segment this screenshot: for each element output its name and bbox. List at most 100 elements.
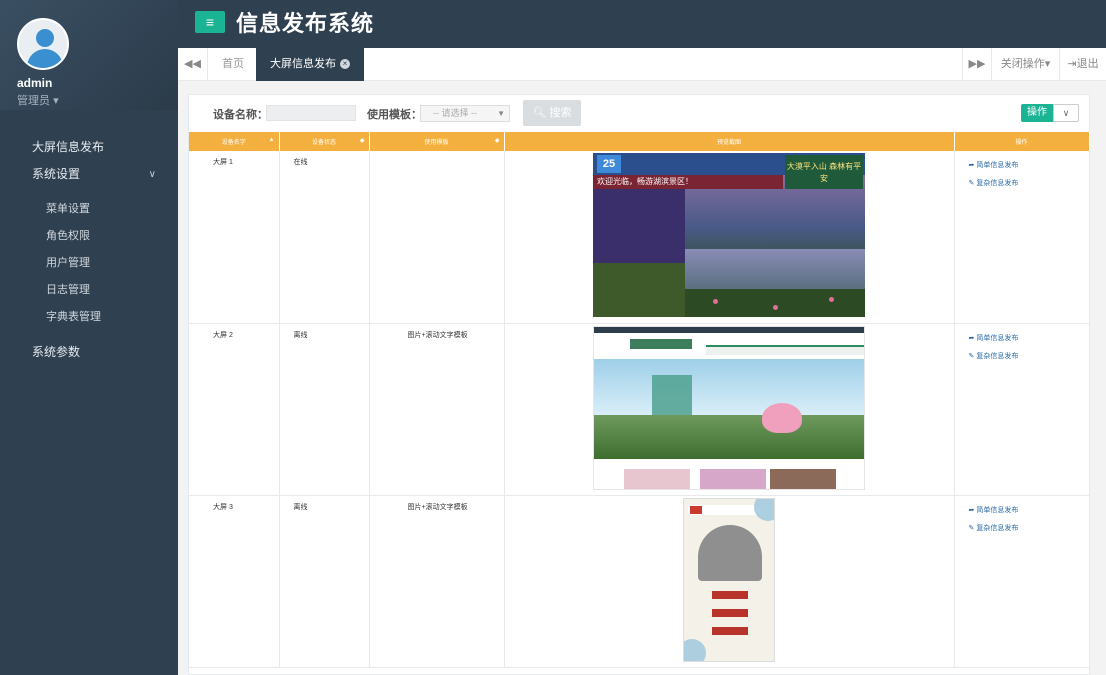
preview-logo: [690, 505, 702, 514]
device-status-cell: 在线: [279, 151, 370, 324]
logout-button[interactable]: ⇥退出: [1060, 48, 1106, 81]
tab-home[interactable]: 首页: [208, 48, 258, 81]
sidebar-menu: 大屏信息发布 系统设置 ∨ 菜单设置 角色权限 用户管理 日志管理 字典表管理 系…: [0, 134, 178, 366]
complex-publish-label: 复杂信息发布: [976, 180, 1019, 187]
column-header[interactable]: 使用模板 ◆: [369, 132, 505, 151]
avatar-body-shape: [27, 49, 63, 68]
simple-publish-link[interactable]: ➦ 简单信息发布: [969, 157, 1089, 175]
avatar[interactable]: [17, 18, 69, 70]
complex-publish-label: 复杂信息发布: [976, 352, 1019, 360]
avatar-head-shape: [36, 29, 54, 47]
table-row: 大屏 3 离线 图片+滚动文字模板 ➦ 简单信息发布 ✎ 复杂信息发布: [189, 495, 1090, 668]
preview-lily-pads: [685, 289, 865, 317]
simple-publish-link[interactable]: ➦ 简单信息发布: [969, 502, 1089, 520]
user-role-dropdown[interactable]: 管理员 ▾: [17, 92, 178, 108]
preview-thumb-image: [624, 468, 690, 489]
sidebar: admin 管理员 ▾ 大屏信息发布 系统设置 ∨ 菜单设置 角色权限 用户管理 …: [0, 0, 178, 675]
table-row: 大屏 1 在线 25 欢迎光临，畅游湖滨景区！ 大漠平入山 森林有平安 ➦ 简单…: [189, 151, 1090, 324]
sort-asc-icon: ▲: [268, 137, 275, 143]
user-role-label: 管理员: [17, 95, 50, 107]
template-select[interactable]: -- 请选择 -- ▼: [420, 105, 510, 122]
main-panel: 设备名称： 使用模板： -- 请选择 -- ▼ 🔍︎ 搜索 操作 ∨ 设备名字 ▲ 设…: [188, 94, 1090, 675]
preview-thumb-image: [770, 468, 836, 489]
actions-cell: ➦ 简单信息发布 ✎ 复杂信息发布: [954, 495, 1090, 668]
close-icon[interactable]: ×: [340, 59, 350, 70]
sidebar-item-role-permissions[interactable]: 角色权限: [0, 223, 178, 250]
share-icon: ➦: [968, 334, 975, 342]
preview-nav: [706, 344, 864, 355]
hamburger-icon[interactable]: ≡: [195, 11, 225, 33]
close-operations-dropdown[interactable]: 关闭操作▾: [992, 48, 1060, 81]
actions-cell: ➦ 简单信息发布 ✎ 复杂信息发布: [954, 151, 1090, 324]
caret-down-icon: ▾: [53, 95, 59, 107]
sidebar-item-system-settings[interactable]: 系统设置 ∨: [0, 161, 178, 188]
tab-label: 首页: [222, 58, 244, 70]
device-template-cell: 图片+滚动文字模板: [369, 495, 505, 668]
preview-cell: [504, 323, 955, 496]
column-header: 操作: [954, 132, 1090, 151]
sidebar-item-screen-publish[interactable]: 大屏信息发布: [0, 134, 178, 161]
device-table: 设备名字 ▲ 设备状态 ◆ 使用模板 ◆ 预览截图 操作 大屏 1 在线 25 欢迎光…: [189, 132, 1090, 668]
preview-lotus-field: [594, 414, 864, 459]
edit-icon: ✎: [968, 352, 975, 360]
preview-screenshot[interactable]: [593, 325, 865, 490]
caret-down-icon: ▼: [497, 109, 505, 118]
simple-publish-link[interactable]: ➦ 简单信息发布: [969, 330, 1089, 348]
preview-lotus-flower: [762, 402, 802, 433]
preview-red-label: [712, 626, 748, 635]
preview-top-bar: [594, 326, 864, 333]
operations-button[interactable]: 操作: [1021, 104, 1053, 122]
sort-icon: ◆: [494, 138, 500, 144]
tab-scroll-right-button[interactable]: ▶▶: [962, 48, 992, 81]
sidebar-item-menu-settings[interactable]: 菜单设置: [0, 196, 178, 223]
tab-label: 大屏信息发布: [270, 58, 336, 70]
tab-screen-publish[interactable]: 大屏信息发布 ×: [256, 48, 364, 81]
preview-screenshot[interactable]: [683, 497, 775, 662]
simple-publish-label: 简单信息发布: [976, 506, 1019, 514]
device-name-cell: 大屏 3: [189, 495, 280, 668]
forward-icon: ▶▶: [968, 58, 986, 70]
preview-info-column-lower: [593, 263, 685, 317]
device-template-cell: [369, 151, 505, 324]
column-header[interactable]: 设备名字 ▲: [189, 132, 280, 151]
complex-publish-link[interactable]: ✎ 复杂信息发布: [969, 348, 1089, 366]
tab-scroll-left-button[interactable]: ◀◀: [178, 48, 208, 81]
device-name-cell: 大屏 2: [189, 323, 280, 496]
column-header[interactable]: 设备状态 ◆: [279, 132, 370, 151]
simple-publish-label: 简单信息发布: [976, 334, 1019, 342]
sort-icon: ◆: [359, 138, 365, 144]
preview-thumb-image: [700, 468, 766, 489]
share-icon: ➦: [968, 506, 975, 514]
close-ops-label: 关闭操作: [1000, 58, 1045, 70]
search-button-label: 搜索: [549, 107, 572, 119]
edit-icon: ✎: [968, 180, 975, 187]
user-profile: admin 管理员 ▾: [0, 0, 178, 110]
operations-dropdown[interactable]: 操作 ∨: [1021, 104, 1079, 122]
lotus-dot: [713, 299, 718, 304]
column-header-label: 预览截图: [716, 140, 741, 146]
column-header-label: 设备名字: [221, 140, 246, 146]
chevron-down-icon[interactable]: ∨: [1053, 104, 1079, 122]
tab-bar: ◀◀ 首页 大屏信息发布 × ▶▶ 关闭操作▾ ⇥退出: [178, 48, 1106, 81]
device-status-cell: 离线: [279, 323, 370, 496]
device-name-input[interactable]: [266, 105, 356, 121]
table-row: 大屏 2 离线 图片+滚动文字模板 ➦ 简单信息发布 ✎ 复杂信息发布: [189, 323, 1090, 496]
search-button[interactable]: 🔍︎ 搜索: [523, 100, 581, 126]
sidebar-item-log-management[interactable]: 日志管理: [0, 277, 178, 304]
sidebar-item-label: 角色权限: [46, 230, 90, 242]
sidebar-item-user-management[interactable]: 用户管理: [0, 250, 178, 277]
sidebar-item-dictionary[interactable]: 字典表管理: [0, 304, 178, 331]
template-label: 使用模板：: [367, 109, 422, 121]
preview-cell: [504, 495, 955, 668]
sidebar-item-label: 系统设置: [32, 167, 81, 181]
complex-publish-link[interactable]: ✎ 复杂信息发布: [969, 175, 1089, 193]
preview-banner: 欢迎光临，畅游湖滨景区！: [593, 175, 783, 189]
sidebar-item-label: 系统参数: [32, 345, 81, 359]
complex-publish-label: 复杂信息发布: [976, 524, 1019, 532]
column-header: 预览截图: [504, 132, 955, 151]
column-header-label: 使用模板: [424, 140, 449, 146]
sidebar-item-system-params[interactable]: 系统参数: [0, 339, 178, 366]
lotus-dot: [829, 297, 834, 302]
preview-screenshot[interactable]: 25 欢迎光临，畅游湖滨景区！ 大漠平入山 森林有平安: [593, 153, 865, 317]
complex-publish-link[interactable]: ✎ 复杂信息发布: [969, 520, 1089, 538]
